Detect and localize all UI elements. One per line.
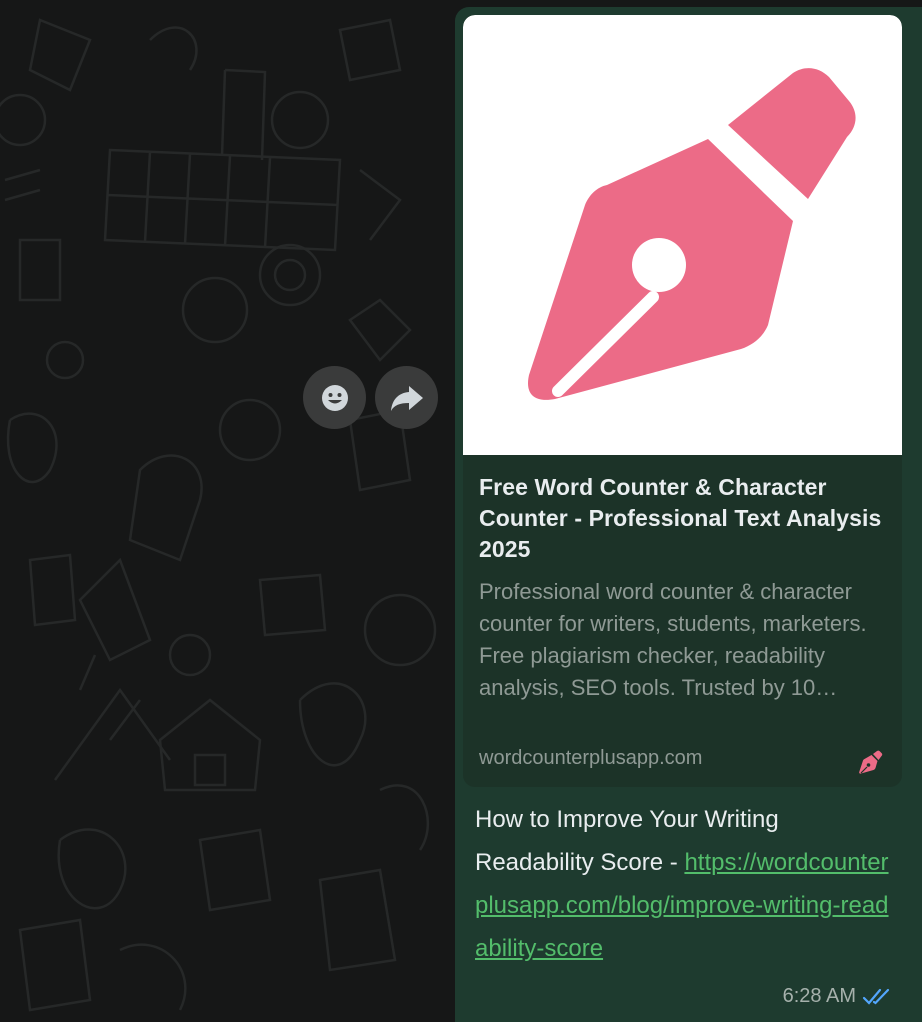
link-preview-image[interactable] (463, 15, 902, 455)
link-preview-title: Free Word Counter & Character Counter - … (479, 474, 882, 562)
forward-arrow-icon (390, 385, 423, 411)
smiley-icon (321, 384, 348, 411)
link-preview-domain: wordcounterplusapp.com (479, 747, 703, 769)
fountain-pen-icon (528, 68, 856, 400)
message-bubble[interactable]: Free Word Counter & Character Counter - … (455, 7, 922, 1022)
link-preview-description: Professional word counter & character co… (479, 579, 867, 700)
chat-background: Free Word Counter & Character Counter - … (0, 0, 922, 1022)
forward-button[interactable] (375, 366, 438, 429)
message-timestamp: 6:28 AM (782, 985, 856, 1007)
message-meta: 6:28 AM (783, 985, 892, 1008)
double-check-icon (862, 988, 890, 1005)
favicon-icon (859, 750, 883, 774)
react-button[interactable] (303, 366, 366, 429)
message-body: How to Improve Your Writing Readability … (475, 798, 895, 970)
link-preview-card[interactable]: Free Word Counter & Character Counter - … (463, 15, 902, 787)
